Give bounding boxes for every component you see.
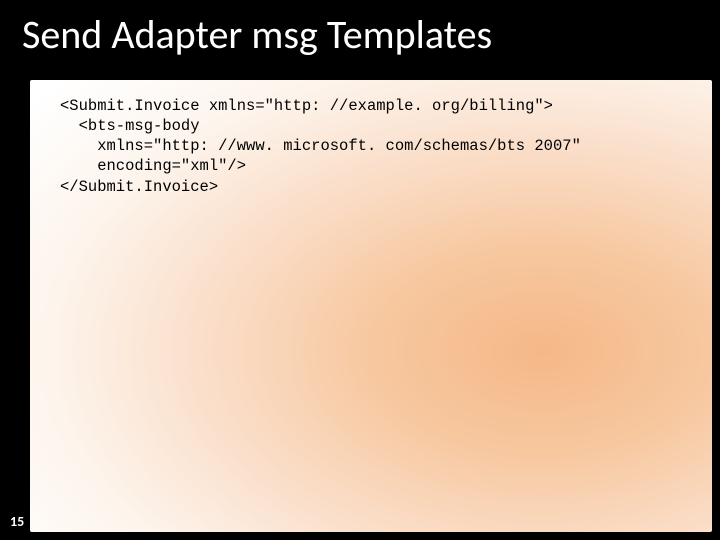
content-area: <Submit.Invoice xmlns="http: //example. … <box>30 80 712 532</box>
page-number: 15 <box>10 513 24 530</box>
slide-title: Send Adapter msg Templates <box>22 10 492 59</box>
code-line-2: <bts-msg-body <box>60 117 200 135</box>
code-line-3: xmlns="http: //www. microsoft. com/schem… <box>60 137 581 155</box>
code-block: <Submit.Invoice xmlns="http: //example. … <box>60 96 682 197</box>
code-line-1: <Submit.Invoice xmlns="http: //example. … <box>60 97 553 115</box>
slide-container: Send Adapter msg Templates <Submit.Invoi… <box>0 0 720 540</box>
code-line-5: </Submit.Invoice> <box>60 178 218 196</box>
code-line-4: encoding="xml"/> <box>60 157 246 175</box>
